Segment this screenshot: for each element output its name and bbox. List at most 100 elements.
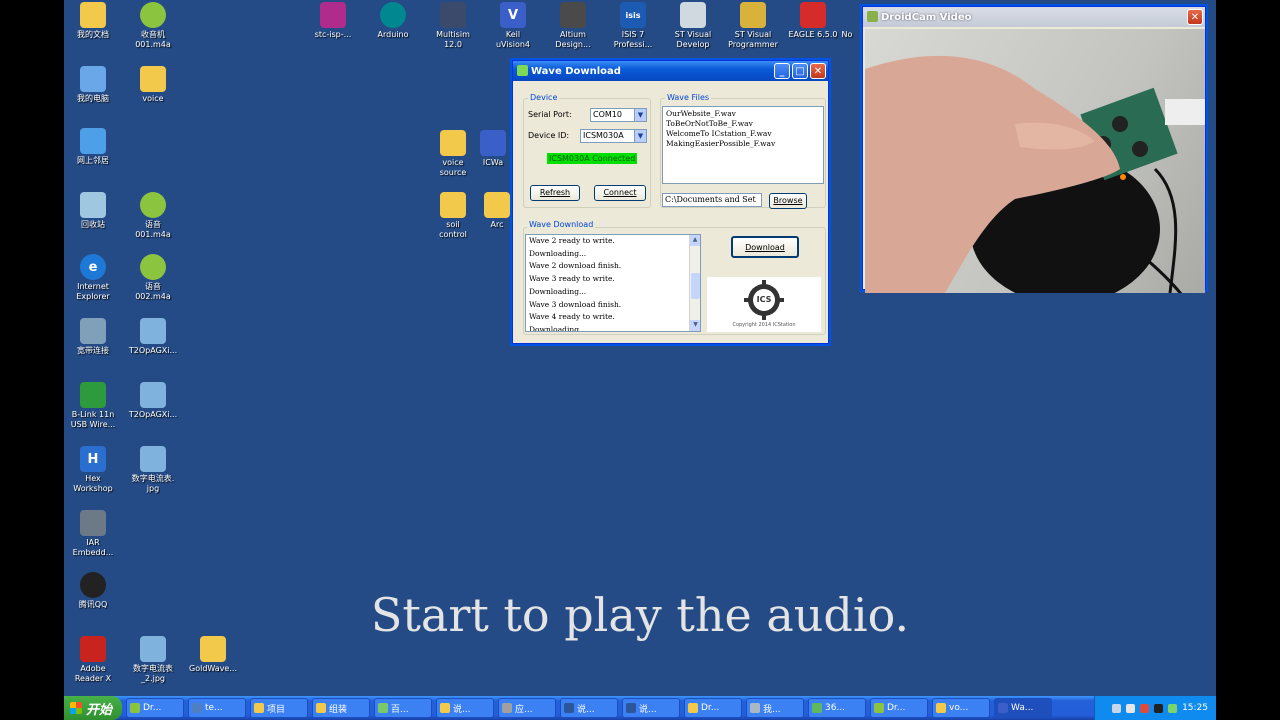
taskbar-item-label: Dr... [143,703,162,713]
taskbar-item[interactable]: 我... [746,698,804,718]
download-log[interactable]: Wave 2 ready to write. Downloading... Wa… [525,234,701,332]
desktop-icon-icwa[interactable]: ICWa [478,130,508,168]
taskbar-item[interactable]: 组装 [312,698,370,718]
desktop-icon-voice-001[interactable]: 语音 001.m4a [122,192,184,240]
maximize-button[interactable]: □ [792,63,808,79]
desktop-icon-adobe-reader[interactable]: Adobe Reader X [64,636,124,684]
taskbar-item[interactable]: 说... [560,698,618,718]
desktop-icon-voice-folder[interactable]: voice [122,66,184,104]
st-develop-icon [680,2,706,28]
folder-icon [80,2,106,28]
droidcam-close-button[interactable]: ✕ [1187,9,1203,25]
minimize-button[interactable]: _ [774,63,790,79]
taskbar-item[interactable]: vo... [932,698,990,718]
icon-label: GoldWave... [189,664,237,673]
log-scrollbar[interactable]: ▲ ▼ [689,235,700,331]
serial-port-value: COM10 [593,110,622,119]
desktop-icon-image-2[interactable]: T2OpAGXi... [122,382,184,420]
taskbar-item[interactable]: 说... [622,698,680,718]
browse-button[interactable]: Browse [769,193,807,209]
droidcam-titlebar[interactable]: DroidCam Video ✕ [863,7,1205,27]
list-item[interactable]: MakingEasierPossible_F.wav [666,139,820,149]
ics-logo-panel: ICS Copyright 2014 ICStation [707,277,821,332]
desktop-icon-recycle-bin[interactable]: 回收站 [64,192,124,230]
network-tray-icon[interactable] [1112,703,1122,713]
desktop-icon-arc[interactable]: Arc [484,192,510,230]
list-item[interactable]: WelcomeTo ICstation_F.wav [666,129,820,139]
desktop-icon-voice-source[interactable]: voice source [422,130,484,178]
icon-label: IAR Embedd... [72,538,114,557]
taskbar-item[interactable]: Dr... [684,698,742,718]
close-button[interactable]: ✕ [810,63,826,79]
icon-label: 数字电流表 _2.jpg [133,664,173,683]
desktop-icon-ammeter-jpg[interactable]: 数字电流表. jpg [122,446,184,494]
wave-files-list[interactable]: OurWebsite_F.wav ToBeOrNotToBe_F.wav Wel… [662,106,824,184]
serial-port-label: Serial Port: [528,110,572,119]
desktop-icon-voice-002[interactable]: 语音 002.m4a [122,254,184,302]
desktop-icon-internet-explorer[interactable]: e Internet Explorer [64,254,124,302]
wave-download-titlebar[interactable]: Wave Download _ □ ✕ [513,61,828,81]
desktop-icon-iar[interactable]: IAR Embedd... [64,510,124,558]
desktop-icon-keil[interactable]: V Keil uVision4 [482,2,544,50]
start-button[interactable]: 开始 [64,696,122,720]
eagle-icon [800,2,826,28]
chevron-down-icon[interactable]: ▼ [634,130,646,142]
qq-tray-icon[interactable] [1154,703,1164,713]
desktop-icon-stc-isp[interactable]: stc-isp-... [302,2,364,40]
wireless-icon [80,382,106,408]
desktop-icon-radio-file[interactable]: 收音机 001.m4a [122,2,184,50]
icon-label: 我的电脑 [77,94,109,103]
chevron-down-icon[interactable]: ▼ [634,109,646,121]
logo-text: ICS [756,295,772,304]
taskbar-item-active[interactable]: Wa... [994,698,1052,718]
taskbar-item[interactable]: 应... [498,698,556,718]
scroll-up-icon[interactable]: ▲ [690,235,700,246]
path-field[interactable]: C:\Documents and Set [662,193,762,207]
taskbar-item[interactable]: Dr... [126,698,184,718]
desktop-icon-arduino[interactable]: Arduino [362,2,424,40]
refresh-button[interactable]: Refresh [530,185,580,201]
safety-tray-icon[interactable] [1140,703,1150,713]
desktop-icon-st-visual-programmer[interactable]: ST Visual Programmer [722,2,784,50]
download-label: Download [745,243,785,252]
desktop-icon-network[interactable]: 网上邻居 [64,128,124,166]
taskbar-item[interactable]: 百... [374,698,432,718]
scroll-thumb[interactable] [691,273,700,299]
desktop-icon-soil-control[interactable]: soil control [422,192,484,240]
desktop-icon-st-visual-develop[interactable]: ST Visual Develop [662,2,724,50]
icon-label: ST Visual Programmer [728,30,778,49]
serial-port-select[interactable]: COM10 ▼ [590,108,647,122]
desktop-icon-image-1[interactable]: T2OpAGXi... [122,318,184,356]
app-tray-icon[interactable] [1168,703,1178,713]
log-line: Wave 4 ready to write. [529,312,615,322]
desktop-icon-my-documents[interactable]: 我的文档 [64,2,124,40]
desktop-icon-my-computer[interactable]: 我的电脑 [64,66,124,104]
list-item[interactable]: ToBeOrNotToBe_F.wav [666,119,820,129]
device-id-select[interactable]: ICSM030A ▼ [580,129,647,143]
desktop-icon-ammeter-2-jpg[interactable]: 数字电流表 _2.jpg [122,636,184,684]
taskbar-item[interactable]: 36... [808,698,866,718]
scroll-down-icon[interactable]: ▼ [690,320,700,331]
taskbar-item-label: Dr... [887,703,906,713]
wave-download-window: Wave Download _ □ ✕ Device Serial Port: … [512,60,829,344]
desktop-icon-blink-wireless[interactable]: B-Link 11n USB Wire... [64,382,124,430]
volume-tray-icon[interactable] [1126,703,1136,713]
list-item[interactable]: OurWebsite_F.wav [666,109,820,119]
droidcam-app-icon [867,11,878,22]
desktop-icon-hex-workshop[interactable]: H Hex Workshop [64,446,124,494]
st-programmer-icon [740,2,766,28]
desktop-icon-altium[interactable]: Altium Design... [542,2,604,50]
desktop-icon-isis[interactable]: isis ISIS 7 Professi... [602,2,664,50]
taskbar-item-label: 百... [391,704,409,715]
connect-button[interactable]: Connect [594,185,646,201]
taskbar-item[interactable]: te... [188,698,246,718]
download-button[interactable]: Download [731,236,799,258]
desktop-icon-multisim[interactable]: Multisim 12.0 [422,2,484,50]
clock[interactable]: 15:25 [1182,703,1208,713]
taskbar-item[interactable]: Dr... [870,698,928,718]
desktop-icon-broadband[interactable]: 宽带连接 [64,318,124,356]
taskbar-item[interactable]: 项目 [250,698,308,718]
taskbar-item[interactable]: 说... [436,698,494,718]
desktop-icon-no[interactable]: No [832,2,862,40]
ie-icon: e [80,254,106,280]
